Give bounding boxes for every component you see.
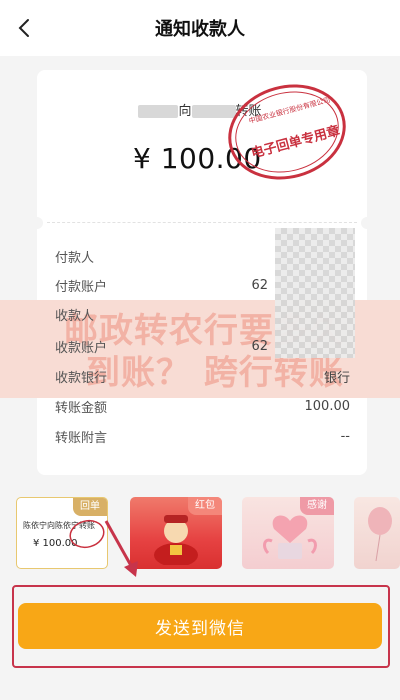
- info-value: 银行: [323, 370, 350, 386]
- info-row-amount: 转账金额 100.00: [55, 394, 350, 418]
- back-button[interactable]: [6, 10, 42, 46]
- stamp-top-text: 中国农业银行股份有限公司: [248, 95, 331, 125]
- chevron-left-icon: [18, 19, 29, 37]
- info-label: 收款账户: [55, 340, 108, 356]
- theme-tag: 回单: [73, 498, 107, 516]
- info-label: 付款人: [55, 250, 95, 266]
- stamp-main-text: 电子回单专用章: [249, 123, 341, 162]
- subtitle-mid: 向: [178, 104, 192, 119]
- info-label: 转账金额: [55, 400, 108, 416]
- divider: [47, 222, 357, 223]
- top-bar: 通知收款人: [0, 0, 400, 56]
- redacted-name: [138, 105, 179, 118]
- theme-balloons[interactable]: [354, 497, 400, 569]
- info-row-remark: 转账附言 --: [55, 424, 350, 448]
- info-value: 62: [251, 277, 268, 293]
- bank-stamp: 中国农业银行股份有限公司 电子回单专用章: [228, 84, 346, 180]
- info-label: 收款人: [55, 308, 95, 324]
- page-title: 通知收款人: [155, 19, 245, 40]
- theme-receipt[interactable]: 回单 陈依宁向陈依宁转账 ¥ 100.00: [16, 497, 108, 569]
- info-value: --: [340, 428, 350, 444]
- info-value: 100.00: [304, 398, 351, 414]
- info-label: 转账附言: [55, 430, 108, 446]
- card-notch-right: [361, 217, 373, 229]
- card-notch-left: [31, 217, 43, 229]
- balloon-icon: [368, 507, 392, 562]
- info-label: 收款银行: [55, 370, 108, 386]
- send-to-wechat-button[interactable]: 发送到微信: [18, 603, 382, 649]
- pointer-arrow-icon: [104, 520, 138, 577]
- info-row-bank: 收款银行 银行: [55, 364, 350, 388]
- theme-thanks[interactable]: 感谢: [242, 497, 334, 569]
- info-label: 付款账户: [55, 279, 108, 295]
- fortune-god-icon: [154, 515, 198, 565]
- redaction-mosaic: [275, 228, 355, 358]
- info-value: 62: [251, 338, 268, 354]
- theme-selector: 回单 陈依宁向陈依宁转账 ¥ 100.00 红包 感谢: [0, 497, 400, 569]
- gift-heart-icon: [263, 515, 317, 559]
